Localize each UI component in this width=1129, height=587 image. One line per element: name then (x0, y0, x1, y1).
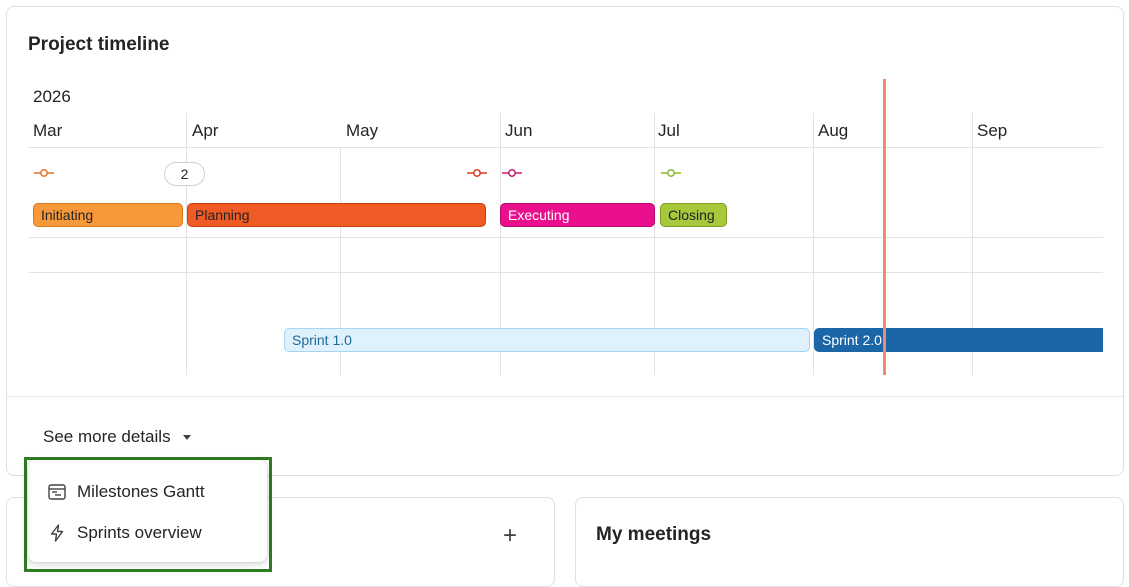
add-icon[interactable]: + (503, 524, 517, 548)
month-label-sep: Sep (977, 121, 1008, 140)
see-more-details-label: See more details (43, 427, 171, 446)
my-meetings-card: My meetings (575, 497, 1124, 587)
menu-item-label: Milestones Gantt (77, 482, 205, 501)
phase-bar-closing[interactable]: Closing (660, 203, 727, 227)
month-label-aug: Aug (818, 121, 849, 140)
menu-item-label: Sprints overview (77, 523, 202, 542)
sprint-bar-2[interactable]: Sprint 2.0 (814, 328, 1103, 352)
grid-line (29, 237, 1103, 238)
meetings-title: My meetings (596, 524, 712, 545)
project-timeline-card: Project timeline 2026 Mar Apr May Jun Ju… (6, 6, 1124, 476)
milestone-marker[interactable] (660, 168, 682, 178)
timeline-title: Project timeline (28, 34, 170, 55)
grid-line (29, 272, 1103, 273)
details-dropdown-menu: Milestones Gantt Sprints overview (28, 460, 267, 562)
month-label-apr: Apr (192, 121, 219, 140)
milestone-marker[interactable] (33, 168, 55, 178)
month-label-jun: Jun (505, 121, 533, 140)
milestone-marker[interactable] (466, 168, 488, 178)
grid-line (186, 113, 187, 375)
sprint-bar-1[interactable]: Sprint 1.0 (284, 328, 810, 352)
month-label-jul: Jul (658, 121, 680, 140)
phase-bar-initiating[interactable]: Initiating (33, 203, 183, 227)
lightning-icon (50, 524, 64, 542)
milestone-marker[interactable] (501, 168, 523, 178)
grid-line (29, 147, 1103, 148)
menu-item-sprints-overview[interactable]: Sprints overview (28, 514, 267, 552)
phase-bar-planning[interactable]: Planning (187, 203, 486, 227)
gantt-icon (48, 484, 66, 500)
chevron-down-icon (182, 434, 191, 440)
divider (7, 396, 1123, 397)
today-line (883, 79, 886, 375)
see-more-details-button[interactable]: See more details (43, 427, 191, 447)
phase-bar-executing[interactable]: Executing (500, 203, 655, 227)
timeline-year: 2026 (33, 87, 71, 106)
milestone-count-badge[interactable]: 2 (164, 162, 205, 186)
month-label-may: May (346, 121, 379, 140)
month-label-mar: Mar (33, 121, 63, 140)
menu-item-milestones-gantt[interactable]: Milestones Gantt (28, 473, 267, 511)
